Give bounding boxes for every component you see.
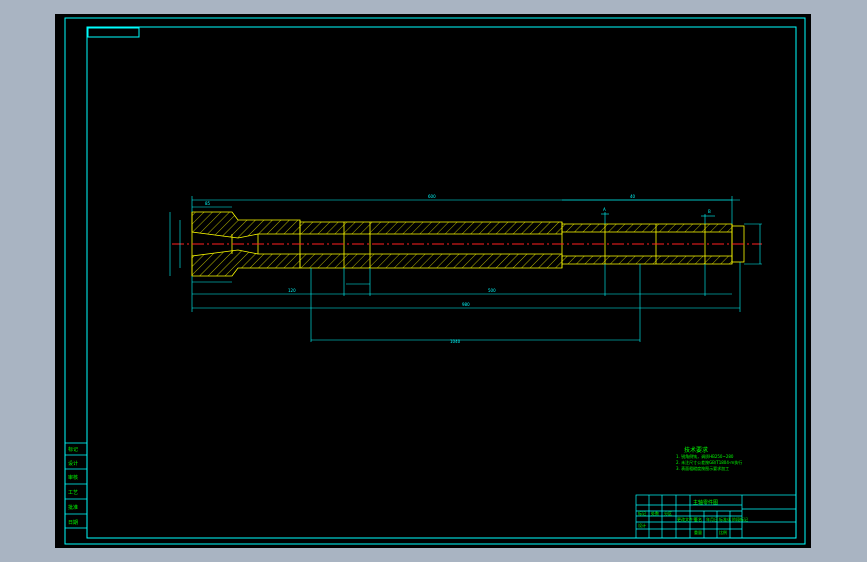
title-cell-6: 设计 xyxy=(638,522,646,528)
shaft-tail-lower xyxy=(561,255,733,265)
side-label-3: 工艺 xyxy=(68,490,78,496)
dim-label-1: 120 xyxy=(288,288,296,293)
tech-req-title: 技术要求 xyxy=(684,446,708,454)
side-label-4: 批准 xyxy=(68,504,78,511)
side-label-5: 日期 xyxy=(68,520,78,526)
title-cell-5: 年月日 xyxy=(706,516,718,522)
side-label-2: 审核 xyxy=(68,474,78,481)
part-name: 主轴零件图 xyxy=(693,499,718,506)
section-label-a: A xyxy=(603,207,606,212)
title-cell-10: 比例 xyxy=(719,529,727,535)
side-label-1: 设计 xyxy=(68,460,78,467)
section-label-b: B xyxy=(708,209,711,214)
side-label-0: 标记 xyxy=(68,446,78,453)
dim-label-5: 980 xyxy=(462,302,470,307)
title-cell-7: 标准化 xyxy=(719,516,731,522)
title-cell-0: 标记 xyxy=(638,510,646,516)
shaft-tail-upper xyxy=(561,223,733,233)
title-cell-2: 分区 xyxy=(664,510,672,516)
shaft-body-lower xyxy=(299,253,563,269)
cad-drawing-viewport[interactable]: 标记 设计 审核 工艺 批准 日期 1040 85 120 500 600 40… xyxy=(0,0,867,562)
tech-req-line-0: 1. 锐角倒钝，调质HB250~280 xyxy=(676,453,734,459)
tech-req-line-1: 2. 未注尺寸公差按GB/T1804-m执行 xyxy=(676,459,742,465)
dim-label-2: 500 xyxy=(488,288,496,293)
title-cell-9: 重量 xyxy=(694,529,702,535)
dim-total-length: 1040 xyxy=(450,339,461,344)
dim-label-4: 40 xyxy=(630,194,636,199)
title-cell-8: 阶段标记 xyxy=(732,516,748,522)
shaft-body-upper xyxy=(299,221,563,235)
tech-req-line-2: 3. 表面粗糙度按图示要求加工 xyxy=(676,465,729,471)
dim-label-0: 85 xyxy=(205,201,211,206)
dim-label-3: 600 xyxy=(428,194,436,199)
title-cell-1: 处数 xyxy=(651,510,659,516)
title-cell-4: 签名 xyxy=(694,516,702,522)
